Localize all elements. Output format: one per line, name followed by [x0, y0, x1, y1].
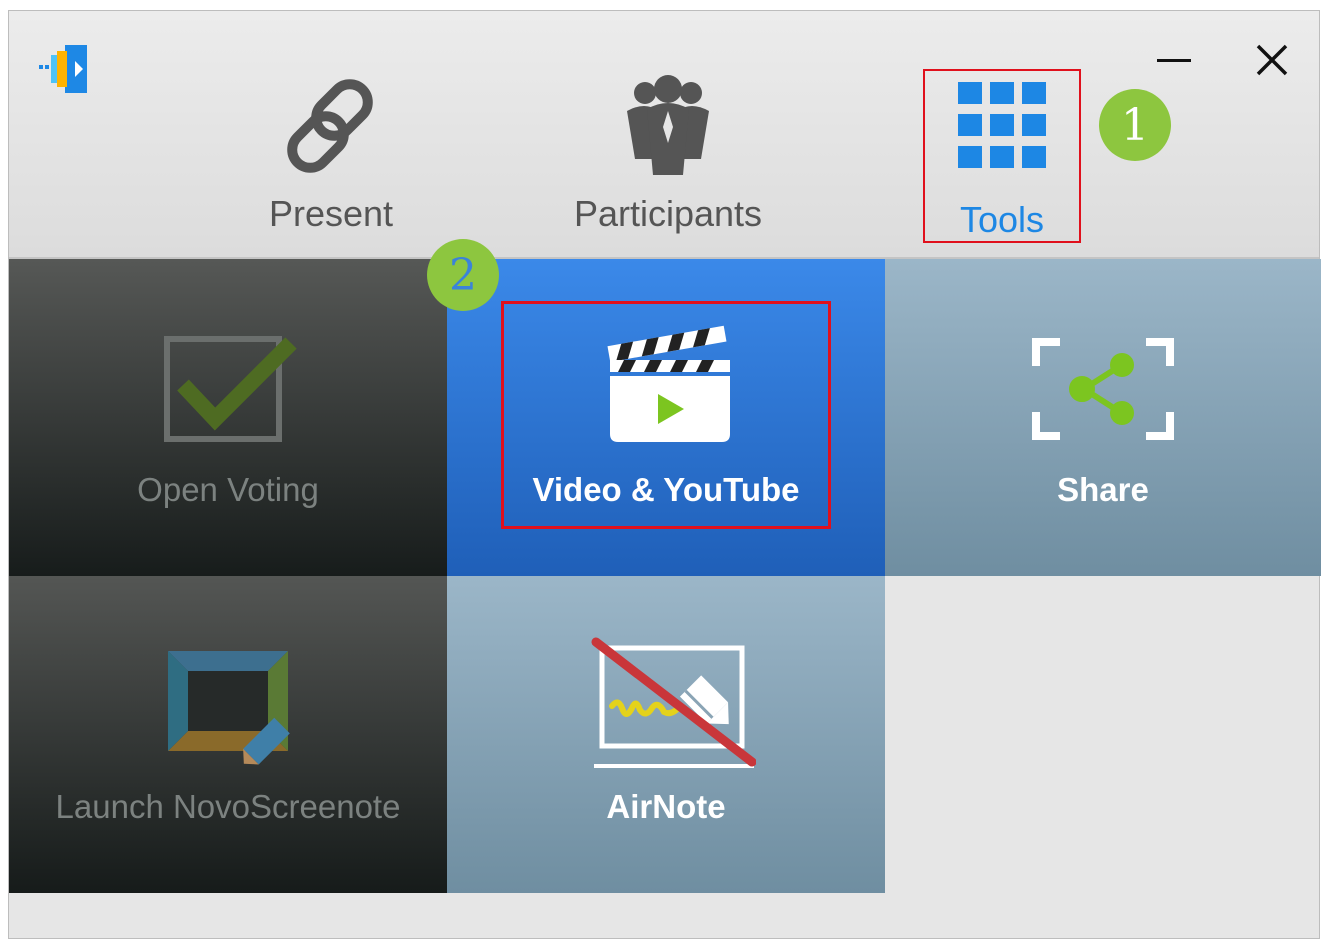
app-logo-icon — [39, 45, 87, 93]
share-tile[interactable]: Share — [885, 259, 1321, 576]
open-voting-label: Open Voting — [137, 471, 319, 508]
app-window: Present Participants Tools 1 2 Open Voti… — [8, 10, 1321, 939]
airnote-label: AirNote — [606, 788, 726, 825]
airnote-disabled-icon — [447, 636, 885, 776]
tools-grid: Open Voting Video & YouTube Share Launch… — [9, 259, 1321, 893]
open-voting-tile[interactable]: Open Voting — [9, 259, 447, 576]
tab-participants[interactable]: Participants — [557, 71, 779, 251]
people-icon — [613, 71, 723, 181]
tab-participants-label: Participants — [573, 193, 763, 234]
voting-checkbox-icon — [9, 319, 447, 459]
step-2-badge: 2 — [427, 239, 499, 311]
tab-tools[interactable]: Tools — [923, 69, 1081, 243]
top-nav-bar: Present Participants Tools 1 — [9, 11, 1319, 259]
step-1-badge: 1 — [1099, 89, 1171, 161]
minimize-button[interactable] — [1149, 35, 1199, 85]
launch-novoscreenote-tile[interactable]: Launch NovoScreenote — [9, 576, 447, 893]
grid-icon — [954, 71, 1050, 181]
tab-tools-label: Tools — [959, 199, 1045, 240]
video-clapperboard-icon — [447, 319, 885, 459]
video-youtube-label: Video & YouTube — [532, 471, 800, 508]
close-button[interactable] — [1247, 35, 1297, 85]
tab-present-label: Present — [268, 193, 394, 234]
screenote-icon — [9, 636, 447, 776]
share-label: Share — [1057, 471, 1149, 508]
tab-present[interactable]: Present — [251, 71, 411, 251]
link-icon — [276, 71, 386, 181]
airnote-tile[interactable]: AirNote — [447, 576, 885, 893]
launch-novoscreenote-label: Launch NovoScreenote — [55, 788, 401, 825]
video-youtube-tile[interactable]: Video & YouTube — [447, 259, 885, 576]
share-icon — [885, 319, 1321, 459]
